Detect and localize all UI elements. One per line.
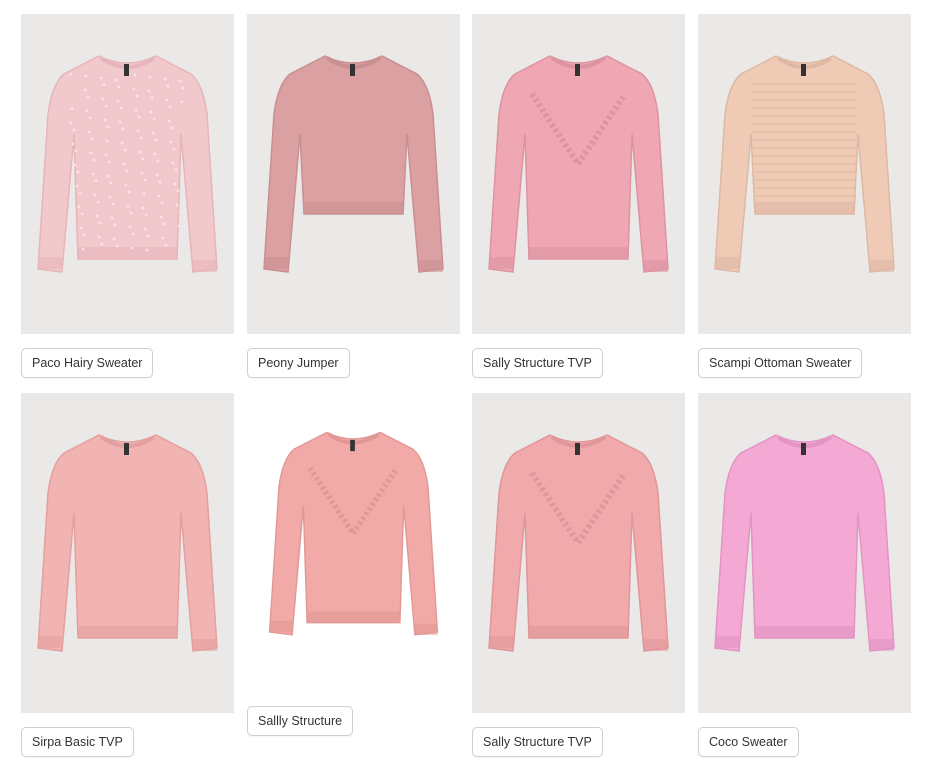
sweater-illustration (37, 434, 218, 652)
product-image-3[interactable] (472, 14, 685, 334)
product-tag-8[interactable]: Coco Sweater (698, 727, 799, 757)
product-grid: Paco Hairy Sweater Peony Jumper Sally St… (0, 0, 930, 768)
product-image-7[interactable] (472, 393, 685, 713)
sweater-illustration (488, 55, 669, 273)
product-tag-5[interactable]: Sirpa Basic TVP (21, 727, 134, 757)
sweater-illustration (263, 55, 444, 273)
product-tag-3[interactable]: Sally Structure TVP (472, 348, 603, 378)
product-tag-7[interactable]: Sally Structure TVP (472, 727, 603, 757)
sweater-illustration (714, 55, 895, 273)
product-tag-2[interactable]: Peony Jumper (247, 348, 350, 378)
sweater-illustration (37, 55, 218, 273)
sweater-illustration (714, 434, 895, 652)
product-image-1[interactable] (21, 14, 234, 334)
product-image-4[interactable] (698, 14, 911, 334)
product-image-8[interactable] (698, 393, 911, 713)
product-image-2[interactable] (247, 14, 460, 334)
product-tag-4[interactable]: Scampi Ottoman Sweater (698, 348, 863, 378)
product-image-6[interactable] (247, 393, 460, 693)
product-tag-1[interactable]: Paco Hairy Sweater (21, 348, 154, 378)
sweater-illustration (268, 431, 439, 636)
product-tag-6[interactable]: Sallly Structure (247, 706, 354, 736)
sweater-illustration (488, 434, 669, 652)
product-image-5[interactable] (21, 393, 234, 713)
